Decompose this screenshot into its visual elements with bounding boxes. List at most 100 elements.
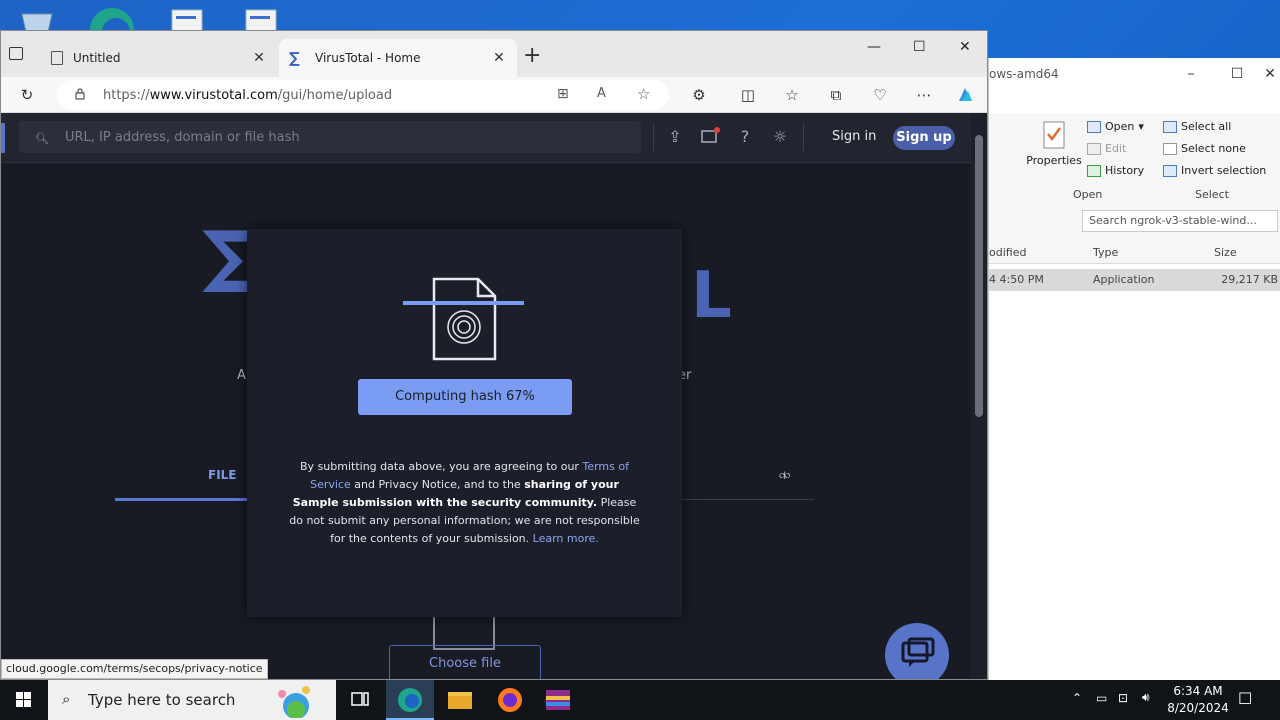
tab-title: VirusTotal - Home [315,51,421,65]
file-explorer-window: ows-amd64 – ☐ ✕ Properties Open ▾ Edit H… [988,58,1280,680]
task-view-icon[interactable] [336,680,384,720]
browser-essentials-icon[interactable]: ♡ [870,85,890,105]
active-tab-indicator [115,498,249,501]
page-scrollbar[interactable] [971,113,987,679]
chat-icon [901,637,935,667]
invert-selection-button[interactable]: Invert selection [1163,164,1266,177]
history-button[interactable]: History [1087,164,1144,177]
history-label: History [1105,164,1145,177]
minimize-icon[interactable]: – [1168,66,1214,82]
document-desktop-icon[interactable] [170,6,208,33]
file-type: Application [1093,273,1155,286]
address-bar[interactable]: https://www.virustotal.com/gui/home/uplo… [57,80,669,110]
scrollbar-thumb[interactable] [975,135,983,417]
url-text: https://www.virustotal.com/gui/home/uplo… [103,87,393,103]
chat-button[interactable] [885,623,949,679]
virustotal-favicon-icon: ∑ [289,49,300,67]
battery-icon[interactable]: ▭ [1096,691,1107,720]
column-type[interactable]: Type [1093,246,1118,259]
clock-time: 6:34 AM [1173,684,1223,698]
taskbar-search-box[interactable]: ⌕ Type here to search [48,680,336,720]
firefox-taskbar-icon[interactable] [486,680,534,720]
properties-button[interactable]: Properties [1025,120,1083,167]
network-icon[interactable]: ⊡ [1118,691,1128,720]
help-icon[interactable]: ? [735,127,755,146]
read-aloud-icon[interactable]: A [597,86,606,101]
start-button[interactable] [0,680,48,720]
browser-toolbar: ↻ https://www.virustotal.com/gui/home/up… [1,77,987,113]
extensions-icon[interactable]: ⚙ [689,85,709,105]
close-icon[interactable]: ✕ [1260,66,1280,82]
tab-untitled[interactable]: Untitled ✕ [41,39,277,77]
favorites-icon[interactable]: ☆ [782,85,802,105]
document-desktop-icon-2[interactable] [244,6,282,33]
terms-text: By submitting data above, you are agreei… [289,460,640,545]
column-modified[interactable]: odified [989,246,1026,259]
file-explorer-taskbar-icon[interactable] [436,680,484,720]
tab-close-icon[interactable]: ✕ [491,50,507,66]
tab-actions-icon[interactable] [9,47,23,60]
select-all-icon [1163,120,1177,133]
edge-taskbar-icon[interactable] [386,680,434,720]
close-icon[interactable]: ✕ [959,39,971,55]
copilot-icon[interactable] [955,85,975,105]
refresh-icon[interactable]: ↻ [17,85,37,105]
edge-desktop-icon[interactable] [88,6,134,52]
logo-wordmark-fragment: L [691,259,732,333]
menu-toggle[interactable] [1,123,5,153]
app-available-icon[interactable]: ⊞ [557,86,569,102]
file-row[interactable]: 4 4:50 PM Application 29,217 KB [989,269,1280,291]
divider [653,123,654,151]
upload-progress-dialog: Computing hash 67% By submitting data ab… [247,229,682,617]
search-highlight-icon [262,684,332,720]
system-clock[interactable]: 6:34 AM 8/20/2024 [1162,683,1234,717]
vt-search-bar[interactable]: 🔍︎ [19,121,641,153]
edge-browser-window: Untitled ✕ ∑ VirusTotal - Home ✕ + — ☐ ✕… [0,30,988,680]
explorer-search-input[interactable]: Search ngrok-v3-stable-wind... [1082,210,1278,232]
learn-more-link[interactable]: Learn more. [533,532,599,545]
show-hidden-icons-icon[interactable]: ⌃ [1072,691,1082,720]
lock-icon [75,88,85,100]
computing-hash-progress: Computing hash 67% [358,379,572,415]
recycle-bin-icon[interactable] [18,6,56,33]
edit-button[interactable]: Edit [1087,142,1126,155]
history-icon [1087,164,1101,177]
explorer-titlebar: ows-amd64 – ☐ ✕ [989,58,1280,90]
maximize-icon[interactable]: ☐ [913,39,926,55]
edit-label: Edit [1105,142,1127,155]
properties-icon [1043,121,1065,149]
maximize-icon[interactable]: ☐ [1214,66,1260,82]
select-none-icon [1163,142,1177,155]
select-all-button[interactable]: Select all [1163,120,1231,133]
notifications-icon[interactable]: ☐ [1238,689,1252,720]
winrar-taskbar-icon[interactable] [534,680,582,720]
open-label: Open [1105,120,1135,133]
select-none-button[interactable]: Select none [1163,142,1246,155]
tab-file[interactable]: FILE [208,468,237,482]
notifications-icon[interactable] [700,127,720,149]
vt-graph-icon[interactable]: ⧞ [779,467,790,483]
collections-icon[interactable]: ⧉ [826,85,846,105]
open-button[interactable]: Open ▾ [1087,120,1144,133]
theme-toggle-icon[interactable]: ☼ [770,127,790,146]
column-size[interactable]: Size [1214,246,1237,259]
choose-file-button[interactable]: Choose file [389,645,541,679]
volume-icon[interactable]: 🔊︎ [1142,690,1150,720]
windows-build: Build 19041.vb_release.191206-1406 [1049,664,1274,678]
sign-up-button[interactable]: Sign up [893,126,955,150]
favorite-star-icon[interactable]: ☆ [637,85,650,103]
split-screen-icon[interactable]: ◫ [738,85,758,105]
file-modified: 4 4:50 PM [989,273,1044,286]
more-options-icon[interactable]: ⋯ [914,85,934,105]
tab-close-icon[interactable]: ✕ [251,50,267,66]
tab-virustotal[interactable]: ∑ VirusTotal - Home ✕ [279,39,517,77]
minimize-icon[interactable]: — [867,39,881,55]
vt-search-input[interactable] [65,129,625,145]
upload-icon[interactable]: ⇪ [665,127,685,146]
status-url: cloud.google.com/terms/secops/privacy-no… [1,659,268,679]
group-open-label: Open [1073,188,1103,201]
new-tab-icon[interactable]: + [523,43,541,68]
taskbar-search-placeholder: Type here to search [88,691,236,709]
tab-divider [681,499,814,500]
sign-in-link[interactable]: Sign in [832,129,876,144]
